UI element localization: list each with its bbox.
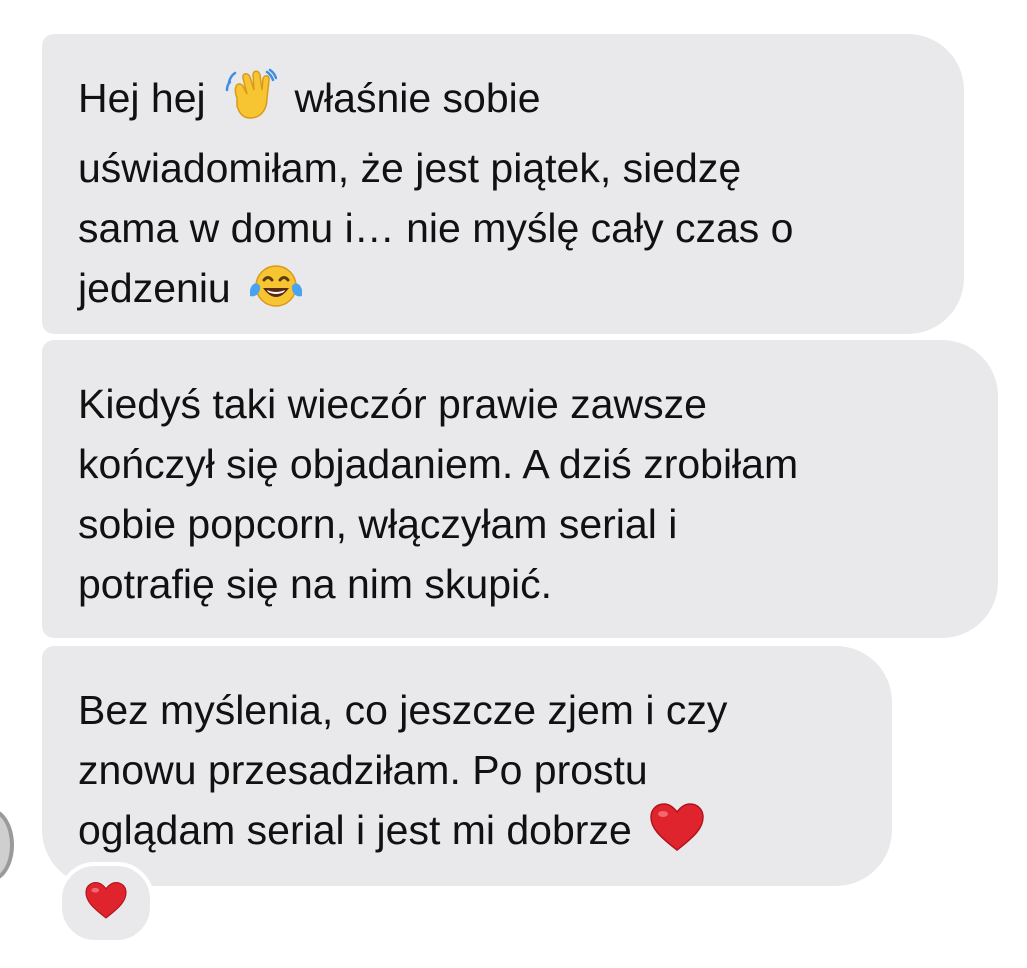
message-line: potrafię się na nim skupić. <box>78 561 553 607</box>
message-line: kończył się objadaniem. A dziś zrobiłam <box>78 441 799 487</box>
message-line: oglądam serial i jest mi dobrze <box>78 800 856 870</box>
message-line: uświadomiłam, że jest piątek, siedzę <box>78 145 742 191</box>
sender-avatar[interactable] <box>0 808 14 882</box>
message-bubble-3[interactable]: Bez myślenia, co jeszcze zjem i czy znow… <box>42 646 892 886</box>
message-line: sama w domu i… nie myślę cały czas o <box>78 205 794 251</box>
message-line: Bez myślenia, co jeszcze zjem i czy <box>78 687 728 733</box>
message-line: jedzeniu <box>78 258 928 328</box>
tears-of-joy-icon <box>248 262 304 328</box>
message-line: znowu przesadziłam. Po prostu <box>78 747 648 793</box>
red-heart-icon <box>84 881 128 926</box>
message-line: Kiedyś taki wieczór prawie zawsze <box>78 381 707 427</box>
message-bubble-2[interactable]: Kiedyś taki wieczór prawie zawsze kończy… <box>42 340 998 638</box>
message-line: sobie popcorn, włączyłam serial i <box>78 501 678 547</box>
message-line: Hej hej właśnie sobie <box>78 68 928 138</box>
waving-hand-icon <box>223 68 278 138</box>
red-heart-icon <box>649 802 705 870</box>
message-bubble-1[interactable]: Hej hej właśnie sobie uświadomiłam, że j… <box>42 34 964 334</box>
heart-reaction-badge[interactable] <box>58 862 154 944</box>
